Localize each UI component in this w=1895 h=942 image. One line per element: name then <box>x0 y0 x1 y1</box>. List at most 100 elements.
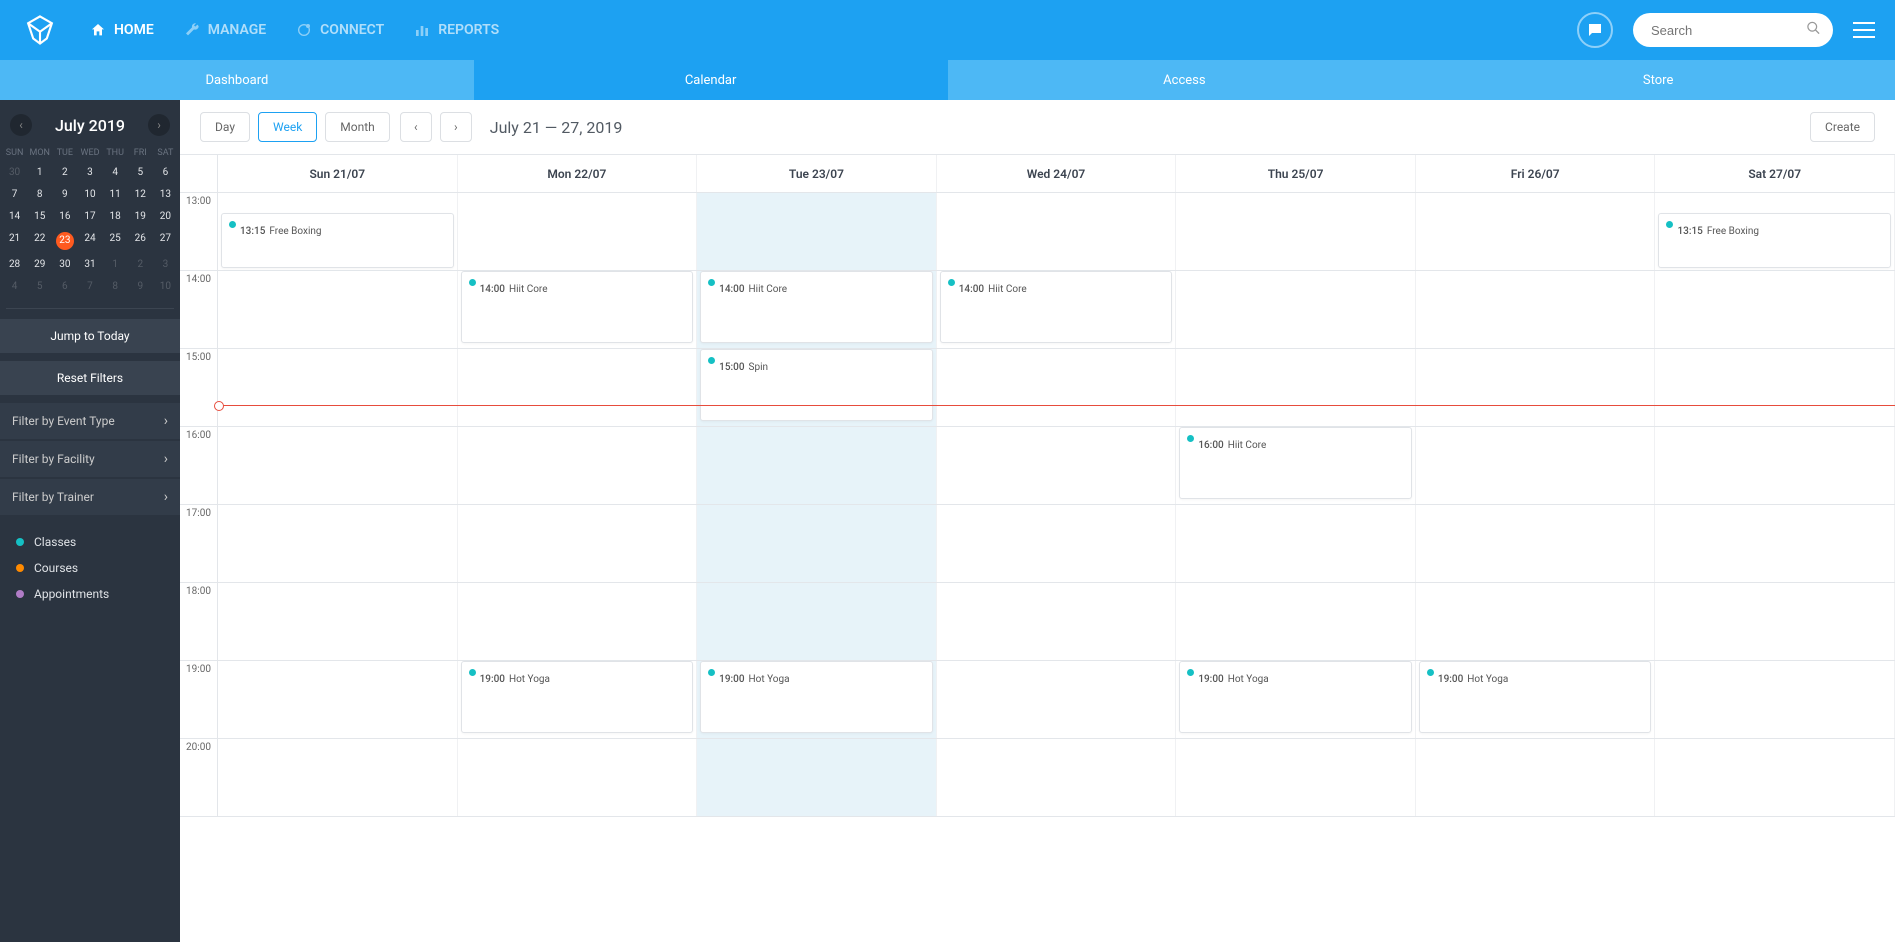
calendar-event[interactable]: 13:15Free Boxing <box>1658 213 1891 268</box>
mini-cal-day[interactable]: 5 <box>128 162 153 184</box>
day-cell[interactable] <box>1416 427 1656 504</box>
filter-trainer[interactable]: Filter by Trainer › <box>0 479 180 515</box>
calendar-event[interactable]: 14:00Hiit Core <box>700 271 933 343</box>
day-cell[interactable] <box>458 739 698 816</box>
mini-cal-day[interactable]: 30 <box>52 254 77 276</box>
nav-home[interactable]: HOME <box>90 22 154 38</box>
view-day-button[interactable]: Day <box>200 112 250 142</box>
mini-cal-day[interactable]: 6 <box>153 162 178 184</box>
day-cell[interactable] <box>1655 583 1895 660</box>
nav-reports[interactable]: REPORTS <box>414 22 499 38</box>
mini-cal-day[interactable]: 12 <box>128 184 153 206</box>
mini-cal-day[interactable]: 9 <box>128 276 153 298</box>
day-cell[interactable] <box>937 505 1177 582</box>
day-cell[interactable]: 19:00Hot Yoga <box>697 661 937 738</box>
day-cell[interactable]: 15:00Spin <box>697 349 937 426</box>
mini-cal-day[interactable]: 29 <box>27 254 52 276</box>
day-cell[interactable]: 14:00Hiit Core <box>937 271 1177 348</box>
mini-cal-day[interactable]: 6 <box>52 276 77 298</box>
day-cell[interactable] <box>937 661 1177 738</box>
mini-cal-day[interactable]: 16 <box>52 206 77 228</box>
mini-cal-day[interactable]: 7 <box>77 276 102 298</box>
mini-cal-day[interactable]: 9 <box>52 184 77 206</box>
day-cell[interactable]: 19:00Hot Yoga <box>458 661 698 738</box>
day-cell[interactable] <box>1176 349 1416 426</box>
logo-icon[interactable] <box>20 10 60 50</box>
day-cell[interactable] <box>697 583 937 660</box>
mini-cal-day[interactable]: 22 <box>27 228 52 254</box>
mini-cal-day[interactable]: 1 <box>27 162 52 184</box>
day-cell[interactable] <box>1416 739 1656 816</box>
day-cell[interactable] <box>458 427 698 504</box>
view-month-button[interactable]: Month <box>325 112 389 142</box>
day-cell[interactable] <box>937 349 1177 426</box>
day-cell[interactable] <box>218 271 458 348</box>
day-cell[interactable] <box>1655 661 1895 738</box>
day-cell[interactable]: 19:00Hot Yoga <box>1416 661 1656 738</box>
day-cell[interactable] <box>1176 739 1416 816</box>
mini-cal-day[interactable]: 21 <box>2 228 27 254</box>
day-cell[interactable] <box>937 583 1177 660</box>
day-cell[interactable] <box>1176 583 1416 660</box>
mini-cal-day[interactable]: 11 <box>103 184 128 206</box>
day-cell[interactable]: 13:15Free Boxing <box>1655 193 1895 270</box>
day-cell[interactable] <box>1416 583 1656 660</box>
mini-cal-day[interactable]: 8 <box>27 184 52 206</box>
calendar-event[interactable]: 19:00Hot Yoga <box>1179 661 1412 733</box>
day-cell[interactable] <box>1416 193 1656 270</box>
mini-cal-day[interactable]: 23 <box>52 228 77 254</box>
calendar-event[interactable]: 14:00Hiit Core <box>940 271 1173 343</box>
day-cell[interactable] <box>218 583 458 660</box>
mini-cal-next[interactable]: › <box>148 114 170 136</box>
day-cell[interactable] <box>1176 505 1416 582</box>
mini-cal-day[interactable]: 28 <box>2 254 27 276</box>
mini-cal-day[interactable]: 2 <box>128 254 153 276</box>
day-cell[interactable] <box>1655 505 1895 582</box>
mini-cal-day[interactable]: 31 <box>77 254 102 276</box>
day-cell[interactable] <box>1655 427 1895 504</box>
tab-store[interactable]: Store <box>1421 60 1895 100</box>
day-cell[interactable] <box>458 505 698 582</box>
mini-cal-day[interactable]: 2 <box>52 162 77 184</box>
day-cell[interactable] <box>697 427 937 504</box>
calendar-event[interactable]: 13:15Free Boxing <box>221 213 454 268</box>
mini-cal-day[interactable]: 14 <box>2 206 27 228</box>
day-cell[interactable] <box>1416 349 1656 426</box>
mini-cal-day[interactable]: 8 <box>103 276 128 298</box>
mini-cal-day[interactable]: 19 <box>128 206 153 228</box>
mini-cal-day[interactable]: 18 <box>103 206 128 228</box>
tab-access[interactable]: Access <box>948 60 1422 100</box>
day-cell[interactable] <box>697 505 937 582</box>
day-cell[interactable] <box>1416 271 1656 348</box>
day-cell[interactable] <box>937 739 1177 816</box>
mini-cal-day[interactable]: 7 <box>2 184 27 206</box>
chat-button[interactable] <box>1577 12 1613 48</box>
nav-connect[interactable]: CONNECT <box>296 22 384 38</box>
menu-button[interactable] <box>1853 22 1875 38</box>
nav-manage[interactable]: MANAGE <box>184 22 266 38</box>
mini-cal-day[interactable]: 1 <box>103 254 128 276</box>
day-cell[interactable] <box>1176 271 1416 348</box>
create-button[interactable]: Create <box>1810 112 1875 142</box>
day-cell[interactable] <box>458 583 698 660</box>
day-cell[interactable] <box>1416 505 1656 582</box>
day-cell[interactable] <box>697 739 937 816</box>
day-cell[interactable] <box>218 739 458 816</box>
day-cell[interactable]: 14:00Hiit Core <box>458 271 698 348</box>
mini-cal-day[interactable]: 3 <box>153 254 178 276</box>
day-cell[interactable] <box>218 349 458 426</box>
mini-cal-day[interactable]: 20 <box>153 206 178 228</box>
calendar-event[interactable]: 19:00Hot Yoga <box>461 661 694 733</box>
mini-cal-day[interactable]: 26 <box>128 228 153 254</box>
filter-event-type[interactable]: Filter by Event Type › <box>0 403 180 439</box>
mini-cal-day[interactable]: 15 <box>27 206 52 228</box>
mini-cal-day[interactable]: 17 <box>77 206 102 228</box>
mini-cal-day[interactable]: 24 <box>77 228 102 254</box>
day-cell[interactable] <box>1655 739 1895 816</box>
tab-calendar[interactable]: Calendar <box>474 60 948 100</box>
calendar-event[interactable]: 14:00Hiit Core <box>461 271 694 343</box>
mini-cal-day[interactable]: 10 <box>77 184 102 206</box>
day-cell[interactable] <box>218 505 458 582</box>
mini-cal-prev[interactable]: ‹ <box>10 114 32 136</box>
next-week-button[interactable]: › <box>440 112 472 142</box>
